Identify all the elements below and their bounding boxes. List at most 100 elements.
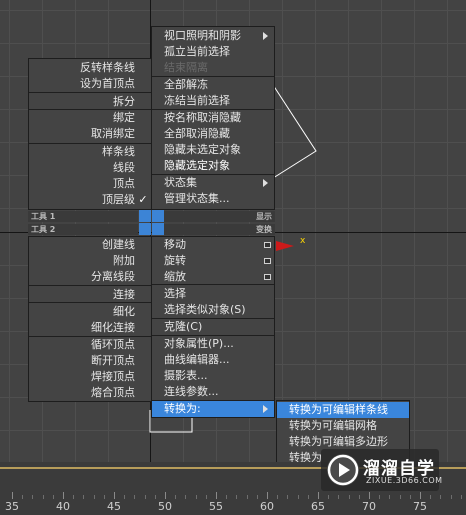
timeline-minor-tick xyxy=(440,495,442,499)
timeline-tick-label: 75 xyxy=(413,500,427,513)
timeline-minor-tick xyxy=(32,495,34,499)
quad-center-bl[interactable] xyxy=(139,223,151,235)
menu-item[interactable]: 取消绑定 xyxy=(91,126,135,142)
timeline-minor-tick xyxy=(205,495,207,499)
timeline-minor-tick xyxy=(338,495,340,499)
menu-item[interactable]: 转换为可编辑多边形 xyxy=(289,434,388,450)
timeline-tick xyxy=(114,492,115,499)
quad-display-menu: 视口照明和阴影 孤立当前选择 结束隔离 全部解冻 冻结当前选择 按名称取消隐藏 全部取消隐藏… xyxy=(151,26,275,210)
timeline-minor-tick xyxy=(83,495,85,499)
menu-item[interactable]: 曲线编辑器... xyxy=(164,352,230,368)
menu-item[interactable]: 转换为: xyxy=(164,401,201,417)
menu-item[interactable]: 冻结当前选择 xyxy=(164,93,230,109)
timeline-tick xyxy=(165,492,166,499)
menu-item[interactable]: 克隆(C) xyxy=(164,319,202,335)
menu-item[interactable]: 全部取消隐藏 xyxy=(164,126,230,142)
menu-item[interactable]: 对象属性(P)... xyxy=(164,336,234,352)
menu-item[interactable]: 转换为可编辑网格 xyxy=(289,418,377,434)
timeline-minor-tick xyxy=(73,495,75,499)
menu-item[interactable]: 状态集 xyxy=(164,175,197,191)
menu-item[interactable]: 连接 xyxy=(113,287,135,303)
menu-item[interactable]: 反转样条线 xyxy=(80,60,135,76)
menu-item[interactable]: 管理状态集... xyxy=(164,191,230,207)
menu-item[interactable]: 样条线 xyxy=(102,144,135,160)
menu-item[interactable]: 循环顶点 xyxy=(91,337,135,353)
menu-item[interactable]: 缩放 xyxy=(164,269,186,285)
timeline-tick-label: 35 xyxy=(5,500,19,513)
settings-box-icon[interactable] xyxy=(264,258,271,264)
watermark-logo-icon xyxy=(327,454,359,486)
timeline-minor-tick xyxy=(134,495,136,499)
timeline-minor-tick xyxy=(277,495,279,499)
timeline-minor-tick xyxy=(22,495,24,499)
menu-item[interactable]: 旋转 xyxy=(164,253,186,269)
timeline-tick xyxy=(369,492,370,499)
timeline-tick xyxy=(63,492,64,499)
menu-item[interactable]: 设为首顶点 xyxy=(80,76,135,92)
menu-item[interactable]: 结束隔离 xyxy=(164,60,208,76)
timeline-minor-tick xyxy=(430,495,432,499)
menu-item[interactable]: 隐藏未选定对象 xyxy=(164,142,241,158)
menu-item[interactable]: 连线参数... xyxy=(164,384,219,400)
menu-item[interactable]: 全部解冻 xyxy=(164,77,208,93)
timeline-minor-tick xyxy=(460,495,462,499)
menu-item[interactable]: 孤立当前选择 xyxy=(164,44,230,60)
timeline-tick-label: 45 xyxy=(107,500,121,513)
watermark-subtitle: ZIXUE.3D66.COM xyxy=(366,476,443,485)
timeline-minor-tick xyxy=(409,495,411,499)
menu-item[interactable]: 选择类似对象(S) xyxy=(164,302,246,318)
menu-item[interactable]: 附加 xyxy=(113,253,135,269)
menu-item[interactable]: 焊接顶点 xyxy=(91,369,135,385)
timeline-tick-label: 50 xyxy=(158,500,172,513)
settings-box-icon[interactable] xyxy=(264,274,271,280)
timeline-minor-tick xyxy=(42,495,44,499)
timeline-minor-tick xyxy=(399,495,401,499)
timeline-minor-tick xyxy=(450,495,452,499)
menu-item[interactable]: 细化 xyxy=(113,304,135,320)
menu-separator xyxy=(29,92,151,93)
quad-center-tr[interactable] xyxy=(152,210,164,222)
timeline-tick-label: 60 xyxy=(260,500,274,513)
menu-item[interactable]: 断开顶点 xyxy=(91,353,135,369)
menu-item[interactable]: 顶点 xyxy=(113,176,135,192)
menu-item[interactable]: 转换为可编辑样条线 xyxy=(289,402,388,418)
menu-item[interactable]: 移动 xyxy=(164,237,186,253)
timeline-minor-tick xyxy=(379,495,381,499)
quad-tools1-menu: 反转样条线 设为首顶点 拆分 绑定 取消绑定 样条线 线段 顶点 顶层级 ✓ xyxy=(28,58,152,210)
timeline-tick xyxy=(420,492,421,499)
menu-item[interactable]: 顶层级 xyxy=(102,192,135,208)
timeline-minor-tick xyxy=(154,495,156,499)
timeline-minor-tick xyxy=(389,495,391,499)
quad-center-tl[interactable] xyxy=(139,210,151,222)
timeline-minor-tick xyxy=(185,495,187,499)
menu-item[interactable]: 摄影表... xyxy=(164,368,208,384)
quad-transform-menu: 移动 旋转 缩放 选择 选择类似对象(S) 克隆(C) 对象属性(P)... 曲线编辑器...… xyxy=(151,236,275,418)
menu-item[interactable]: 拆分 xyxy=(113,94,135,110)
timeline-minor-tick xyxy=(246,495,248,499)
timeline-minor-tick xyxy=(236,495,238,499)
timeline-tick-label: 40 xyxy=(56,500,70,513)
menu-item[interactable]: 隐藏选定对象 xyxy=(164,158,230,174)
timeline-tick-label: 70 xyxy=(362,500,376,513)
quad-center-br[interactable] xyxy=(152,223,164,235)
menu-item[interactable]: 细化连接 xyxy=(91,320,135,336)
menu-item[interactable]: 线段 xyxy=(113,160,135,176)
menu-item[interactable]: 分离线段 xyxy=(91,269,135,285)
timeline-minor-tick xyxy=(175,495,177,499)
menu-item[interactable]: 绑定 xyxy=(113,110,135,126)
timeline-minor-tick xyxy=(328,495,330,499)
menu-item[interactable]: 选择 xyxy=(164,286,186,302)
submenu-arrow-icon xyxy=(263,179,268,187)
transform-gizmo-x-arrow[interactable] xyxy=(276,241,294,251)
timeline-minor-tick xyxy=(195,495,197,499)
settings-box-icon[interactable] xyxy=(264,242,271,248)
menu-item[interactable]: 按名称取消隐藏 xyxy=(164,110,241,126)
timeline-minor-tick xyxy=(348,495,350,499)
timeline-tick xyxy=(318,492,319,499)
menu-item[interactable]: 熔合顶点 xyxy=(91,385,135,401)
timeline-minor-tick xyxy=(144,495,146,499)
menu-item[interactable]: 视口照明和阴影 xyxy=(164,28,241,44)
timeline-minor-tick xyxy=(124,495,126,499)
menu-item[interactable]: 创建线 xyxy=(102,237,135,253)
timeline-minor-tick xyxy=(226,495,228,499)
